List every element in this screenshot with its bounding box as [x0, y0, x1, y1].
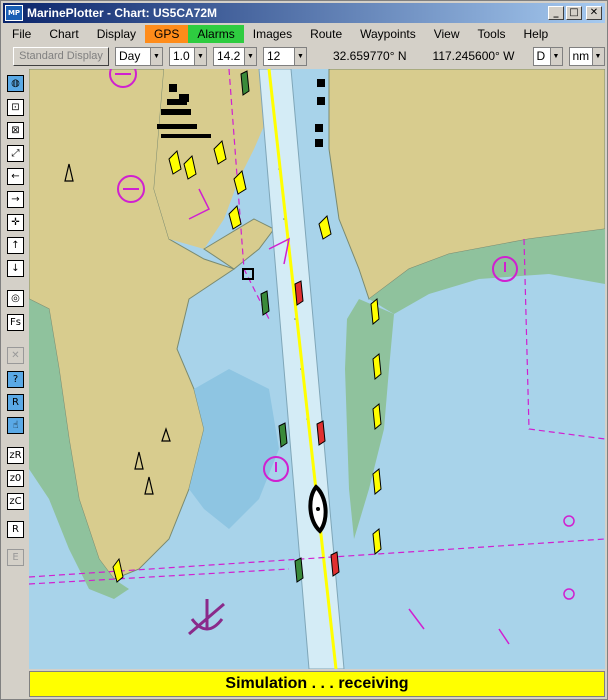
title-bar[interactable]: MP MarinePlotter - Chart: US5CA72M _ □ ✕ — [3, 3, 605, 23]
zoom-zero-icon[interactable]: z0 — [7, 470, 24, 487]
menu-help[interactable]: Help — [515, 25, 558, 43]
scale-value: 1.0 — [173, 49, 190, 63]
standard-display-button[interactable]: Standard Display — [13, 46, 109, 66]
menu-view[interactable]: View — [425, 25, 469, 43]
menu-route[interactable]: Route — [301, 25, 351, 43]
window-title: MarinePlotter - Chart: US5CA72M — [27, 6, 218, 20]
units-select[interactable]: nm ▼ — [568, 46, 605, 66]
r-icon[interactable]: R — [7, 521, 24, 538]
app-logo-text: MP — [7, 8, 21, 17]
menu-display[interactable]: Display — [88, 25, 145, 43]
route-icon[interactable]: R — [7, 394, 24, 411]
fs-icon[interactable]: Fs — [7, 314, 24, 331]
zoom-range-icon[interactable]: zR — [7, 447, 24, 464]
longitude-readout: 117.245600° W — [432, 49, 515, 63]
e-icon: E — [7, 549, 24, 566]
chevron-down-icon: ▼ — [194, 47, 206, 65]
app-window: MP MarinePlotter - Chart: US5CA72M _ □ ✕… — [0, 0, 608, 700]
zoom-in-icon[interactable]: ⊡ — [7, 99, 24, 116]
size-value: 12 — [267, 49, 281, 63]
hand-icon[interactable]: ☝ — [7, 417, 24, 434]
menu-tools[interactable]: Tools — [469, 25, 515, 43]
size-select[interactable]: 12 ▼ — [263, 46, 307, 66]
pan-right-icon[interactable]: → — [7, 191, 24, 208]
zoom-out-icon[interactable]: ⊠ — [7, 122, 24, 139]
zoom-chart-icon[interactable]: zC — [7, 493, 24, 510]
menu-gps[interactable]: GPS — [145, 25, 189, 43]
menu-chart[interactable]: Chart — [40, 25, 87, 43]
maximize-button[interactable]: □ — [566, 6, 582, 20]
pan-down-icon[interactable]: ↓ — [7, 260, 24, 277]
zoom-select[interactable]: 14.2 ▼ — [213, 46, 257, 66]
heading-select[interactable]: D ▼ — [532, 46, 563, 66]
close-button[interactable]: ✕ — [586, 6, 602, 20]
center-icon[interactable]: ✛ — [7, 214, 24, 231]
units-value: nm — [572, 49, 590, 63]
tool-sidebar: ◍ ⊡ ⊠ ⤢ ← → ✛ ↑ ↓ ◎ Fs ✕? R ☝ zR z0 zC R E — [3, 69, 27, 669]
chevron-down-icon: ▼ — [244, 47, 256, 65]
chevron-down-icon: ▼ — [150, 47, 162, 65]
toolbar: Standard Display Day ▼ 1.0 ▼ 14.2 ▼ 12 ▼ 32.… — [3, 45, 605, 67]
status-bar: Simulation . . . receiving — [29, 671, 605, 697]
minimize-button[interactable]: _ — [548, 6, 564, 20]
chevron-down-icon: ▼ — [591, 47, 604, 65]
chevron-down-icon: ▼ — [549, 47, 562, 65]
zoom-value: 14.2 — [217, 49, 241, 63]
menu-file[interactable]: File — [3, 25, 40, 43]
mode-select[interactable]: Day ▼ — [115, 46, 163, 66]
chart-canvas[interactable] — [29, 69, 605, 669]
help-icon[interactable]: ? — [7, 371, 24, 388]
scale-select[interactable]: 1.0 ▼ — [169, 46, 207, 66]
mode-value: Day — [119, 49, 141, 63]
pan-up-icon[interactable]: ↑ — [7, 237, 24, 254]
menu-images[interactable]: Images — [244, 25, 301, 43]
pan-left-icon[interactable]: ← — [7, 168, 24, 185]
heading-value: D — [536, 49, 546, 63]
app-logo-icon: MP — [5, 5, 23, 21]
target-icon[interactable]: ◎ — [7, 290, 24, 307]
cancel-icon: ✕ — [7, 347, 24, 364]
menu-waypoints[interactable]: Waypoints — [351, 25, 425, 43]
latitude-readout: 32.659770° N — [333, 49, 407, 63]
menu-alarms[interactable]: Alarms — [188, 25, 244, 43]
fit-icon[interactable]: ⤢ — [7, 145, 24, 162]
menu-bar: File Chart Display GPS Alarms Images Rou… — [3, 24, 605, 44]
globe-icon[interactable]: ◍ — [7, 75, 24, 92]
nautical-chart[interactable] — [29, 69, 605, 669]
chevron-down-icon: ▼ — [294, 47, 306, 65]
